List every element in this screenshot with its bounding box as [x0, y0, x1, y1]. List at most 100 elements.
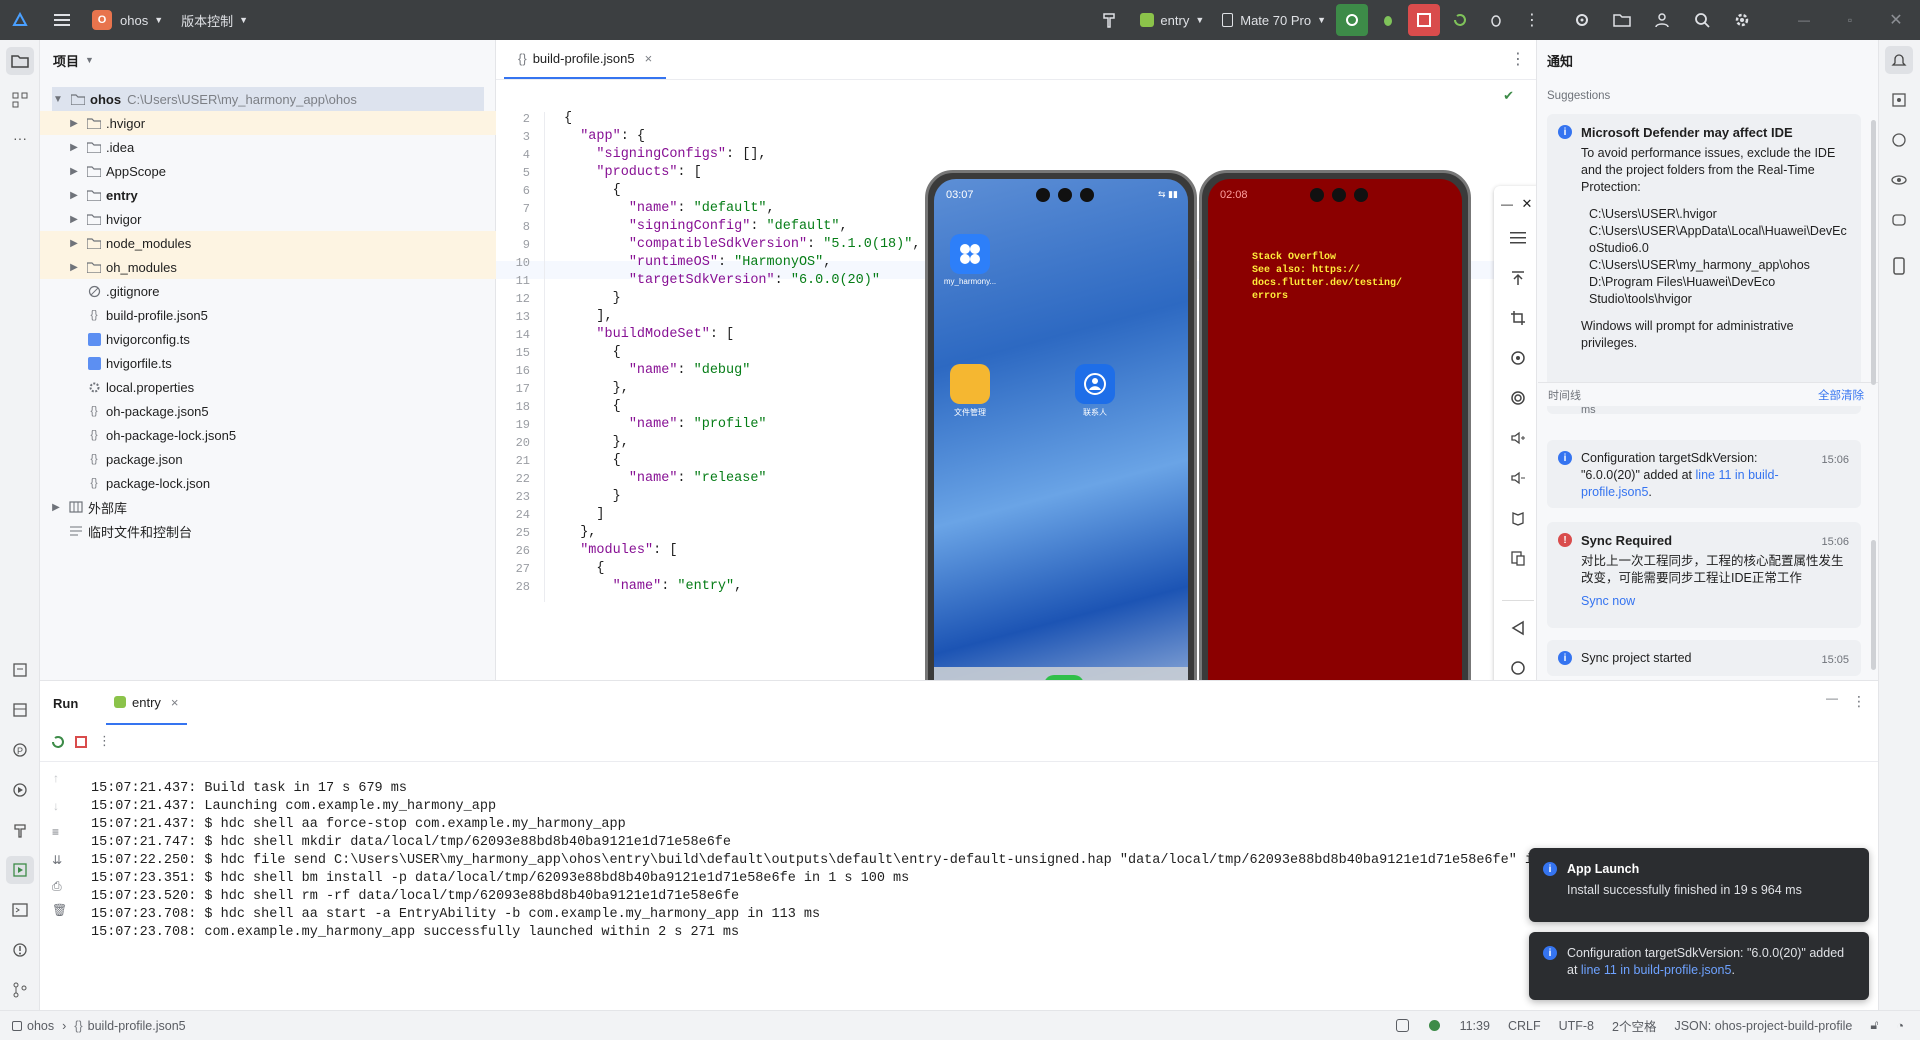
logs-icon[interactable] [6, 696, 34, 724]
breadcrumb-item[interactable]: build-profile.json5 [88, 1019, 186, 1033]
tree-item[interactable]: hvigorconfig.ts [40, 327, 496, 351]
tree-item[interactable]: {} package-lock.json [40, 471, 496, 495]
tree-item[interactable]: ▶ .idea [40, 135, 496, 159]
assistant-icon[interactable] [1885, 126, 1913, 154]
print-icon[interactable]: ⎙ [52, 879, 62, 894]
tree-item[interactable]: {} package.json [40, 447, 496, 471]
terminal-icon[interactable] [6, 896, 34, 924]
code-line[interactable]: "signingConfigs": [], [564, 147, 766, 162]
file-encoding[interactable]: UTF-8 [1559, 1019, 1594, 1033]
tree-item[interactable]: ▶ .hvigor [40, 111, 496, 135]
inspection-ok-icon[interactable]: ✔ [1503, 88, 1514, 104]
code-line[interactable]: } [564, 489, 621, 504]
code-line[interactable]: { [564, 561, 604, 576]
tree-item[interactable]: {} oh-package-lock.json5 [40, 423, 496, 447]
minimize-icon[interactable]: — [1788, 4, 1820, 36]
project-selector[interactable]: O ohos ▼ [92, 0, 163, 40]
todo-icon[interactable] [6, 656, 34, 684]
scrollbar[interactable] [1871, 120, 1876, 385]
build-icon[interactable] [6, 816, 34, 844]
sync-now-link[interactable]: Sync now [1581, 593, 1849, 610]
more-vertical-icon[interactable]: ⋮ [98, 733, 111, 749]
more-vertical-icon[interactable]: ⋮ [1516, 4, 1548, 36]
phone-emulator-right[interactable]: 02:08 Stack Overflow See also: https:// … [1199, 170, 1471, 754]
tree-item[interactable]: ▶ AppScope [40, 159, 496, 183]
config-toast[interactable]: i Configuration targetSdkVersion: "6.0.0… [1529, 932, 1869, 1000]
crop-icon[interactable] [1506, 306, 1530, 330]
app-logo-icon[interactable] [4, 4, 36, 36]
stop-button[interactable] [1408, 4, 1440, 36]
back-triangle-icon[interactable] [1506, 616, 1530, 640]
hammer-icon[interactable] [1094, 4, 1126, 36]
soft-wrap-icon[interactable]: ≡ [52, 825, 59, 839]
scroll-to-end-icon[interactable]: ⇊ [52, 853, 62, 867]
debug-bug-icon[interactable] [1372, 4, 1404, 36]
code-line[interactable]: { [564, 183, 621, 198]
code-line[interactable]: { [564, 453, 621, 468]
tree-item[interactable]: {} build-profile.json5 [40, 303, 496, 327]
code-line[interactable]: "name": "debug" [564, 363, 751, 378]
tree-item[interactable]: local.properties [40, 375, 496, 399]
close-tab-icon[interactable]: × [645, 51, 653, 66]
project-panel-header[interactable]: 项目 ▼ [40, 40, 495, 80]
line-separator[interactable]: CRLF [1508, 1019, 1541, 1033]
fold-icon[interactable] [1506, 506, 1530, 530]
code-line[interactable]: "name": "release" [564, 471, 767, 486]
json-schema[interactable]: JSON: ohos-project-build-profile [1674, 1019, 1852, 1033]
code-line[interactable]: } [564, 291, 621, 306]
code-line[interactable]: { [564, 345, 621, 360]
bell-icon[interactable] [1885, 46, 1913, 74]
code-line[interactable]: "buildModeSet": [ [564, 327, 734, 342]
multi-device-icon[interactable] [1506, 546, 1530, 570]
tree-item[interactable]: 临时文件和控制台 [40, 519, 496, 543]
rerun-button[interactable] [1336, 4, 1368, 36]
flutter-app-icon[interactable] [950, 234, 990, 274]
cursor-position[interactable]: 11:39 [1460, 1019, 1490, 1033]
code-line[interactable]: ], [564, 309, 612, 324]
file-manager-icon[interactable] [950, 364, 990, 404]
code-line[interactable]: "name": "profile" [564, 417, 767, 432]
close-icon[interactable]: ✕ [1880, 4, 1912, 36]
tree-item[interactable]: ▶ entry [40, 183, 496, 207]
config-card[interactable]: i 15:06 Configuration targetSdkVersion: … [1547, 440, 1861, 508]
main-menu-icon[interactable] [46, 4, 78, 36]
tree-item[interactable]: ▶ node_modules [40, 231, 496, 255]
rotate-icon[interactable] [1506, 346, 1530, 370]
trash-icon[interactable]: 🗑 [52, 903, 67, 917]
code-line[interactable]: ] [564, 507, 604, 522]
sync-started-card[interactable]: i 15:05 Sync project started [1547, 640, 1861, 676]
volume-up-icon[interactable] [1506, 426, 1530, 450]
tree-item[interactable]: hvigorfile.ts [40, 351, 496, 375]
indent-setting[interactable]: 2个空格 [1612, 1016, 1656, 1035]
services-icon[interactable] [6, 776, 34, 804]
memory-icon[interactable]: ◔ [1896, 1019, 1904, 1033]
git-icon[interactable] [6, 976, 34, 1004]
volume-down-icon[interactable] [1506, 466, 1530, 490]
problems-icon[interactable] [6, 936, 34, 964]
tree-root[interactable]: ▼ ohos C:\Users\USER\my_harmony_app\ohos [52, 87, 484, 111]
rerun-icon[interactable] [51, 735, 65, 749]
menu-icon[interactable] [1506, 226, 1530, 250]
close-icon[interactable]: ✕ [1518, 192, 1536, 216]
profiler-icon[interactable]: P [6, 736, 34, 764]
home-circle-icon[interactable] [1506, 656, 1530, 680]
phone-error-screen[interactable]: 02:08 Stack Overflow See also: https:// … [1208, 179, 1462, 745]
more-horizontal-icon[interactable]: ··· [6, 124, 34, 152]
run-tool-icon[interactable] [6, 856, 34, 884]
sync-required-card[interactable]: ! 15:06 Sync Required 对比上一次工程同步，工程的核心配置属… [1547, 522, 1861, 628]
folder-icon[interactable] [1606, 4, 1638, 36]
scrollbar[interactable] [1871, 540, 1876, 670]
more-vertical-icon[interactable]: ⋮ [1510, 39, 1526, 79]
status-ok-dot[interactable] [1428, 1020, 1440, 1031]
minimize-icon[interactable]: — [1498, 192, 1516, 216]
tree-item[interactable]: {} oh-package.json5 [40, 399, 496, 423]
app-launch-toast[interactable]: i App Launch Install successfully finish… [1529, 848, 1869, 922]
tree-item[interactable]: .gitignore [40, 279, 496, 303]
inspection-icon[interactable] [1395, 1019, 1409, 1032]
attach-debugger-icon[interactable] [1480, 4, 1512, 36]
scroll-down-icon[interactable]: ↓ [53, 799, 59, 813]
code-line[interactable]: }, [564, 435, 629, 450]
contacts-icon[interactable] [1075, 364, 1115, 404]
code-line[interactable]: "app": { [564, 129, 645, 144]
code-line[interactable]: "modules": [ [564, 543, 677, 558]
